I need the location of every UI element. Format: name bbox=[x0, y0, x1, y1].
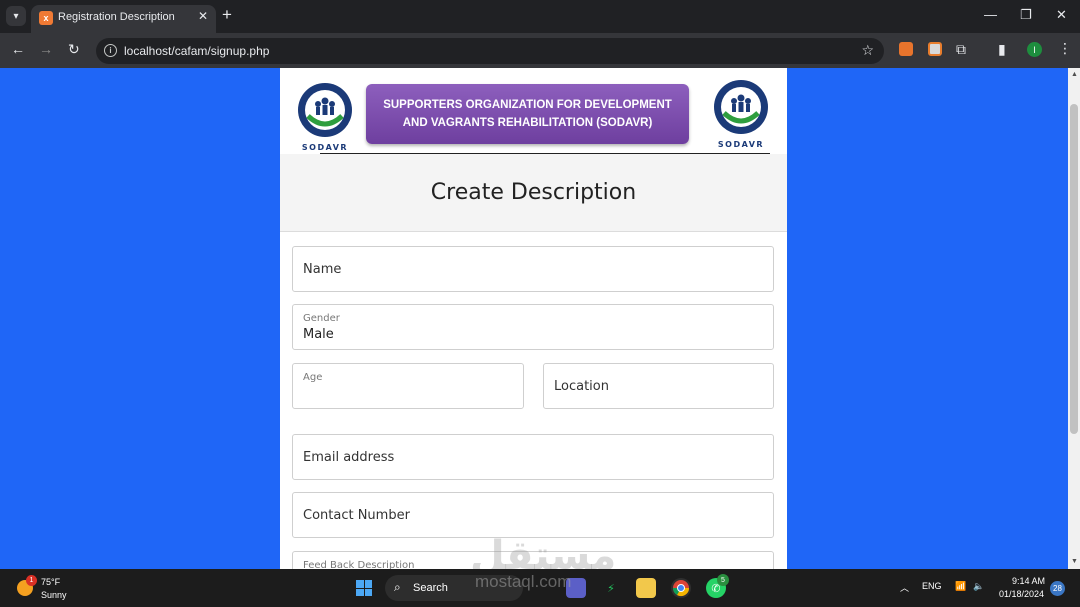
clock-time[interactable]: 9:14 AM bbox=[1012, 576, 1045, 586]
page-scrollbar[interactable]: ▲ ▼ bbox=[1068, 68, 1080, 569]
tab-title: Registration Description bbox=[58, 11, 175, 23]
whatsapp-badge: 5 bbox=[717, 574, 729, 586]
location-label: Location bbox=[554, 379, 609, 394]
feedback-description-label: Feed Back Description bbox=[303, 560, 415, 569]
banner-title-box: SUPPORTERS ORGANIZATION FOR DEVELOPMENT … bbox=[366, 84, 689, 144]
form-card: SODAVR SUPPORTERS ORGANIZATION FOR DEVEL… bbox=[280, 68, 787, 569]
location-field[interactable]: Location bbox=[543, 363, 774, 409]
xampp-favicon-icon: x bbox=[39, 11, 53, 25]
tray-expand-icon[interactable]: ︿ bbox=[900, 581, 909, 594]
file-explorer-icon[interactable] bbox=[636, 578, 656, 598]
browser-toolbar: ← → ↻ i localhost/cafam/signup.php ☆ ⧉ ▮… bbox=[0, 33, 1080, 68]
chrome-icon[interactable] bbox=[671, 578, 691, 598]
email-label: Email address bbox=[303, 450, 395, 465]
email-field[interactable]: Email address bbox=[292, 434, 774, 480]
profile-avatar[interactable]: I bbox=[1027, 42, 1042, 57]
weather-description[interactable]: Sunny bbox=[41, 590, 67, 600]
logo-text-left: SODAVR bbox=[302, 143, 348, 152]
name-field[interactable]: Name bbox=[292, 246, 774, 292]
scroll-up-icon[interactable]: ▲ bbox=[1071, 71, 1078, 78]
scroll-thumb[interactable] bbox=[1070, 104, 1078, 434]
restore-icon[interactable]: ❐ bbox=[1020, 7, 1032, 23]
wifi-icon[interactable]: 📶 bbox=[955, 581, 966, 592]
browser-tab[interactable]: x Registration Description ✕ bbox=[31, 5, 216, 33]
organization-banner: SODAVR SUPPORTERS ORGANIZATION FOR DEVEL… bbox=[280, 68, 787, 154]
address-bar[interactable]: i localhost/cafam/signup.php ☆ bbox=[96, 38, 884, 64]
extension-icon[interactable] bbox=[928, 42, 942, 56]
reload-icon[interactable]: ↻ bbox=[68, 41, 80, 58]
sodavr-logo-left-icon: SODAVR bbox=[298, 83, 352, 152]
logo-text-right: SODAVR bbox=[718, 140, 764, 149]
gender-select[interactable]: Gender Male bbox=[292, 304, 774, 350]
organization-name: SUPPORTERS ORGANIZATION FOR DEVELOPMENT … bbox=[383, 99, 672, 129]
metamask-extension-icon[interactable] bbox=[899, 42, 913, 56]
site-info-icon[interactable]: i bbox=[104, 44, 117, 57]
window-close-icon[interactable]: ✕ bbox=[1056, 7, 1067, 23]
minimize-icon[interactable]: — bbox=[984, 7, 997, 22]
side-panel-icon[interactable]: ▮ bbox=[998, 41, 1006, 58]
url-text[interactable]: localhost/cafam/signup.php bbox=[124, 44, 269, 58]
notification-count-badge[interactable]: 28 bbox=[1050, 581, 1065, 596]
contact-number-field[interactable]: Contact Number bbox=[292, 492, 774, 538]
sodavr-logo-right-icon: SODAVR bbox=[714, 80, 768, 149]
tab-search-icon[interactable]: ▾ bbox=[6, 6, 26, 26]
age-label: Age bbox=[303, 372, 323, 383]
search-icon: ⌕ bbox=[394, 580, 401, 594]
form-header: Create Description bbox=[280, 154, 787, 232]
volume-icon[interactable]: 🔈 bbox=[973, 581, 984, 592]
forward-icon[interactable]: → bbox=[39, 41, 53, 57]
new-tab-icon[interactable]: + bbox=[222, 5, 232, 25]
contact-number-label: Contact Number bbox=[303, 508, 410, 523]
page-viewport: SODAVR SUPPORTERS ORGANIZATION FOR DEVEL… bbox=[0, 68, 1068, 569]
browser-tab-bar: ▾ x Registration Description ✕ + — ❐ ✕ bbox=[0, 0, 1080, 33]
weather-temperature[interactable]: 75°F bbox=[41, 577, 60, 587]
gender-value: Male bbox=[303, 327, 334, 342]
watermark-latin: mostaql.com bbox=[475, 572, 572, 591]
clock-date[interactable]: 01/18/2024 bbox=[999, 589, 1044, 599]
back-icon[interactable]: ← bbox=[11, 41, 25, 57]
gender-label: Gender bbox=[303, 313, 340, 324]
windows-start-icon[interactable] bbox=[356, 580, 372, 596]
name-label: Name bbox=[303, 262, 342, 277]
menu-kebab-icon[interactable]: ⋮ bbox=[1058, 40, 1072, 57]
age-field[interactable]: Age bbox=[292, 363, 524, 409]
language-indicator[interactable]: ENG bbox=[922, 581, 942, 591]
page-title: Create Description bbox=[430, 180, 637, 205]
bookmark-star-icon[interactable]: ☆ bbox=[861, 42, 874, 59]
search-label: Search bbox=[413, 582, 448, 594]
tab-close-icon[interactable]: ✕ bbox=[198, 9, 208, 23]
weather-badge: 1 bbox=[26, 575, 37, 586]
powertoys-icon[interactable]: ⚡ bbox=[601, 578, 621, 598]
scroll-down-icon[interactable]: ▼ bbox=[1071, 558, 1078, 565]
extensions-puzzle-icon[interactable]: ⧉ bbox=[956, 41, 966, 58]
